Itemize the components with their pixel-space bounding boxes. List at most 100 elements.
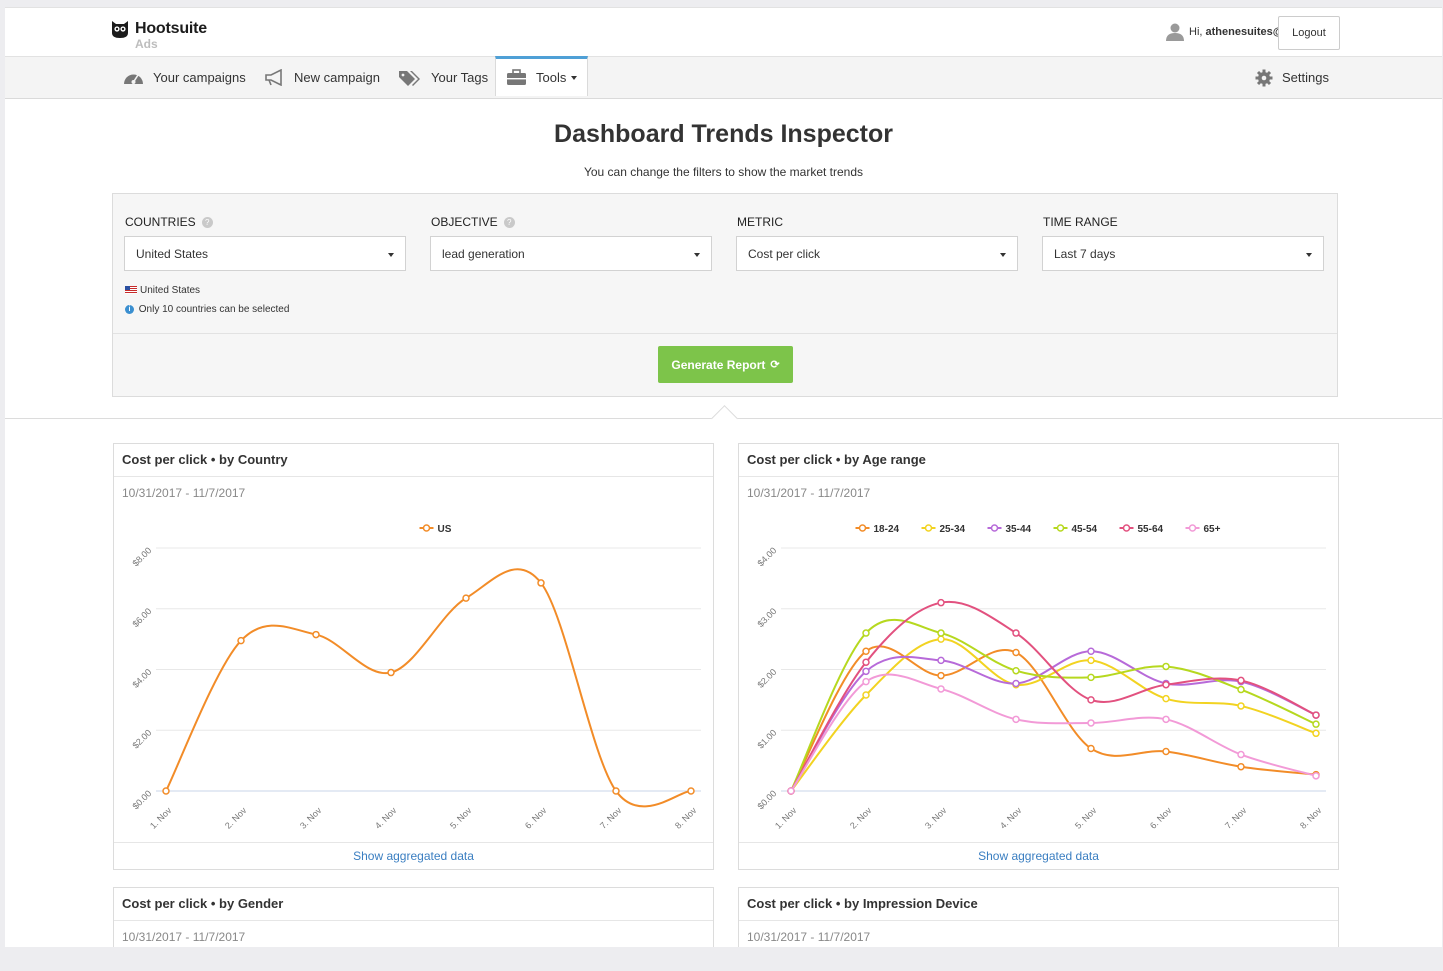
nav-settings[interactable]: Settings: [1255, 57, 1329, 98]
countries-note: i Only 10 countries can be selected: [125, 304, 289, 315]
data-point: [1012, 679, 1020, 688]
caret-down-icon: [1306, 253, 1312, 257]
date-range: 10/31/2017 - 11/7/2017: [122, 930, 246, 944]
x-tick-label: 2. Nov: [848, 805, 874, 831]
nav-label: Tools: [536, 70, 567, 85]
data-point: [1087, 744, 1095, 753]
refresh-icon: ⟳: [770, 359, 780, 371]
data-point: [937, 671, 945, 680]
y-tick-label: $1.00: [755, 728, 778, 751]
data-point: [1087, 673, 1095, 682]
date-range: 10/31/2017 - 11/7/2017: [122, 486, 246, 500]
panel-title: Cost per click • by Impression Device: [747, 896, 978, 911]
select-value: Cost per click: [748, 247, 821, 261]
data-point: [1162, 747, 1170, 756]
pointer-arrow: [711, 405, 738, 432]
nav-your-tags[interactable]: Your Tags: [398, 57, 488, 98]
caret-down-icon: [1000, 253, 1006, 257]
date-range: 10/31/2017 - 11/7/2017: [747, 486, 871, 500]
tags-icon: [399, 71, 420, 86]
metric-label: METRIC: [737, 215, 783, 229]
data-point: [1012, 629, 1020, 637]
data-point: [687, 787, 695, 795]
objective-select[interactable]: lead generation: [430, 236, 712, 271]
select-value: United States: [136, 247, 209, 261]
legend-swatch-marker: [1122, 524, 1131, 532]
window-bottom-edge: [0, 947, 1443, 971]
help-icon[interactable]: ?: [503, 217, 515, 229]
data-point: [537, 579, 545, 587]
x-tick-label: 6. Nov: [523, 805, 549, 831]
data-point: [862, 658, 870, 666]
show-aggregated-link[interactable]: Show aggregated data: [739, 842, 1338, 869]
y-tick-label: $2.00: [755, 667, 778, 690]
select-value: Last 7 days: [1054, 247, 1116, 261]
y-tick-label: $4.00: [755, 545, 778, 568]
data-point: [237, 636, 245, 645]
info-icon: i: [125, 304, 134, 314]
panel-divider: [114, 476, 713, 477]
nav-label: Your Tags: [431, 70, 489, 85]
x-tick-label: 3. Nov: [923, 805, 949, 831]
nav-new-campaign[interactable]: New campaign: [264, 57, 380, 98]
button-label: Generate Report: [671, 357, 766, 372]
y-tick-label: $6.00: [130, 606, 153, 629]
panel-by-country: Cost per click • by Country 10/31/2017 -…: [113, 443, 714, 870]
panel-divider: [739, 476, 1338, 477]
legend-swatch-marker: [858, 524, 867, 532]
owl-icon: [112, 21, 128, 38]
data-point: [862, 667, 870, 676]
data-point: [1312, 772, 1320, 780]
time-range-label: TIME RANGE: [1043, 215, 1118, 229]
x-tick-label: 7. Nov: [1223, 805, 1249, 831]
data-point: [1162, 715, 1170, 724]
nav-tools[interactable]: Tools: [495, 56, 589, 96]
us-flag-icon: [125, 286, 137, 295]
legend-label: 45-54: [1072, 524, 1098, 535]
legend-label: 65+: [1204, 524, 1221, 535]
x-tick-label: 1. Nov: [148, 805, 174, 831]
x-tick-label: 8. Nov: [673, 805, 699, 831]
selected-country: United States: [125, 285, 200, 296]
series-line: [790, 638, 1317, 792]
time-range-select[interactable]: Last 7 days: [1042, 236, 1324, 271]
y-tick-label: $8.00: [130, 545, 153, 568]
data-point: [1012, 666, 1020, 675]
data-point: [1237, 762, 1245, 771]
logout-button[interactable]: Logout: [1278, 16, 1340, 50]
x-tick-label: 7. Nov: [598, 805, 624, 831]
legend-swatch-marker: [1188, 524, 1197, 532]
help-icon[interactable]: ?: [201, 217, 213, 229]
brand-sub: Ads: [135, 37, 158, 51]
data-point: [612, 787, 620, 795]
nav-your-campaigns[interactable]: Your campaigns: [123, 57, 246, 98]
data-point: [862, 629, 870, 637]
user-menu[interactable]: Hi, athenesuites@!: [1165, 23, 1287, 41]
data-point: [862, 691, 870, 699]
legend-label: US: [438, 524, 452, 535]
x-tick-label: 2. Nov: [223, 805, 249, 831]
metric-select[interactable]: Cost per click: [736, 236, 1018, 271]
caret-down-icon: [388, 253, 394, 257]
legend-swatch-marker: [422, 524, 431, 532]
y-tick-label: $4.00: [130, 667, 153, 690]
caret-down-icon: [694, 253, 700, 257]
data-point: [1312, 720, 1320, 728]
generate-report-button[interactable]: Generate Report ⟳: [658, 346, 793, 383]
x-tick-label: 5. Nov: [448, 805, 474, 831]
data-point: [1012, 648, 1020, 657]
countries-select[interactable]: United States: [124, 236, 406, 271]
filters-divider: [113, 333, 1337, 334]
show-aggregated-link[interactable]: Show aggregated data: [114, 842, 713, 869]
data-point: [1087, 656, 1095, 665]
y-tick-label: $3.00: [755, 606, 778, 629]
data-point: [462, 594, 470, 602]
data-point: [1237, 676, 1245, 685]
brand-name: Hootsuite: [135, 20, 207, 37]
panel-by-device: Cost per click • by Impression Device 10…: [738, 887, 1339, 948]
x-tick-label: 4. Nov: [373, 805, 399, 831]
country-chart: $0.00 $2.00 $4.00 $6.00 $8.00 1. Nov 2. Nov 3. …: [130, 524, 701, 831]
panel-divider: [739, 920, 1338, 921]
panel-title: Cost per click • by Age range: [747, 452, 926, 467]
data-point: [1012, 715, 1020, 724]
